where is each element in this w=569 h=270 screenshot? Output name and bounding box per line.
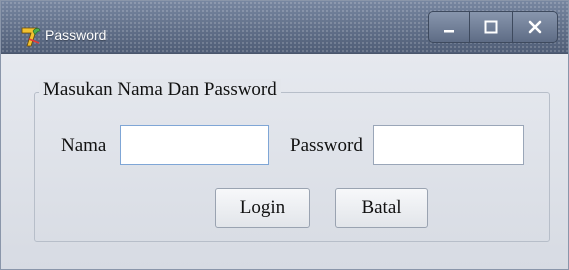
- nama-input[interactable]: [120, 125, 269, 165]
- minimize-icon: [444, 30, 454, 33]
- close-button[interactable]: [512, 11, 558, 43]
- maximize-button[interactable]: [469, 11, 513, 43]
- title-bar[interactable]: Password: [1, 1, 568, 54]
- group-title: Masukan Nama Dan Password: [39, 79, 281, 101]
- window-client-area: Masukan Nama Dan Password Nama Password …: [1, 54, 568, 269]
- batal-button[interactable]: Batal: [335, 188, 428, 228]
- nama-label: Nama: [61, 135, 107, 156]
- close-icon: [528, 20, 542, 34]
- window-title: Password: [45, 27, 107, 43]
- login-button[interactable]: Login: [215, 188, 310, 228]
- app-icon: [21, 27, 41, 47]
- maximize-icon: [484, 20, 498, 34]
- password-label: Password: [290, 135, 363, 156]
- password-input[interactable]: [373, 125, 524, 165]
- password-window: Password Masukan Nama Dan Password Nama …: [0, 0, 569, 270]
- minimize-button[interactable]: [428, 11, 470, 43]
